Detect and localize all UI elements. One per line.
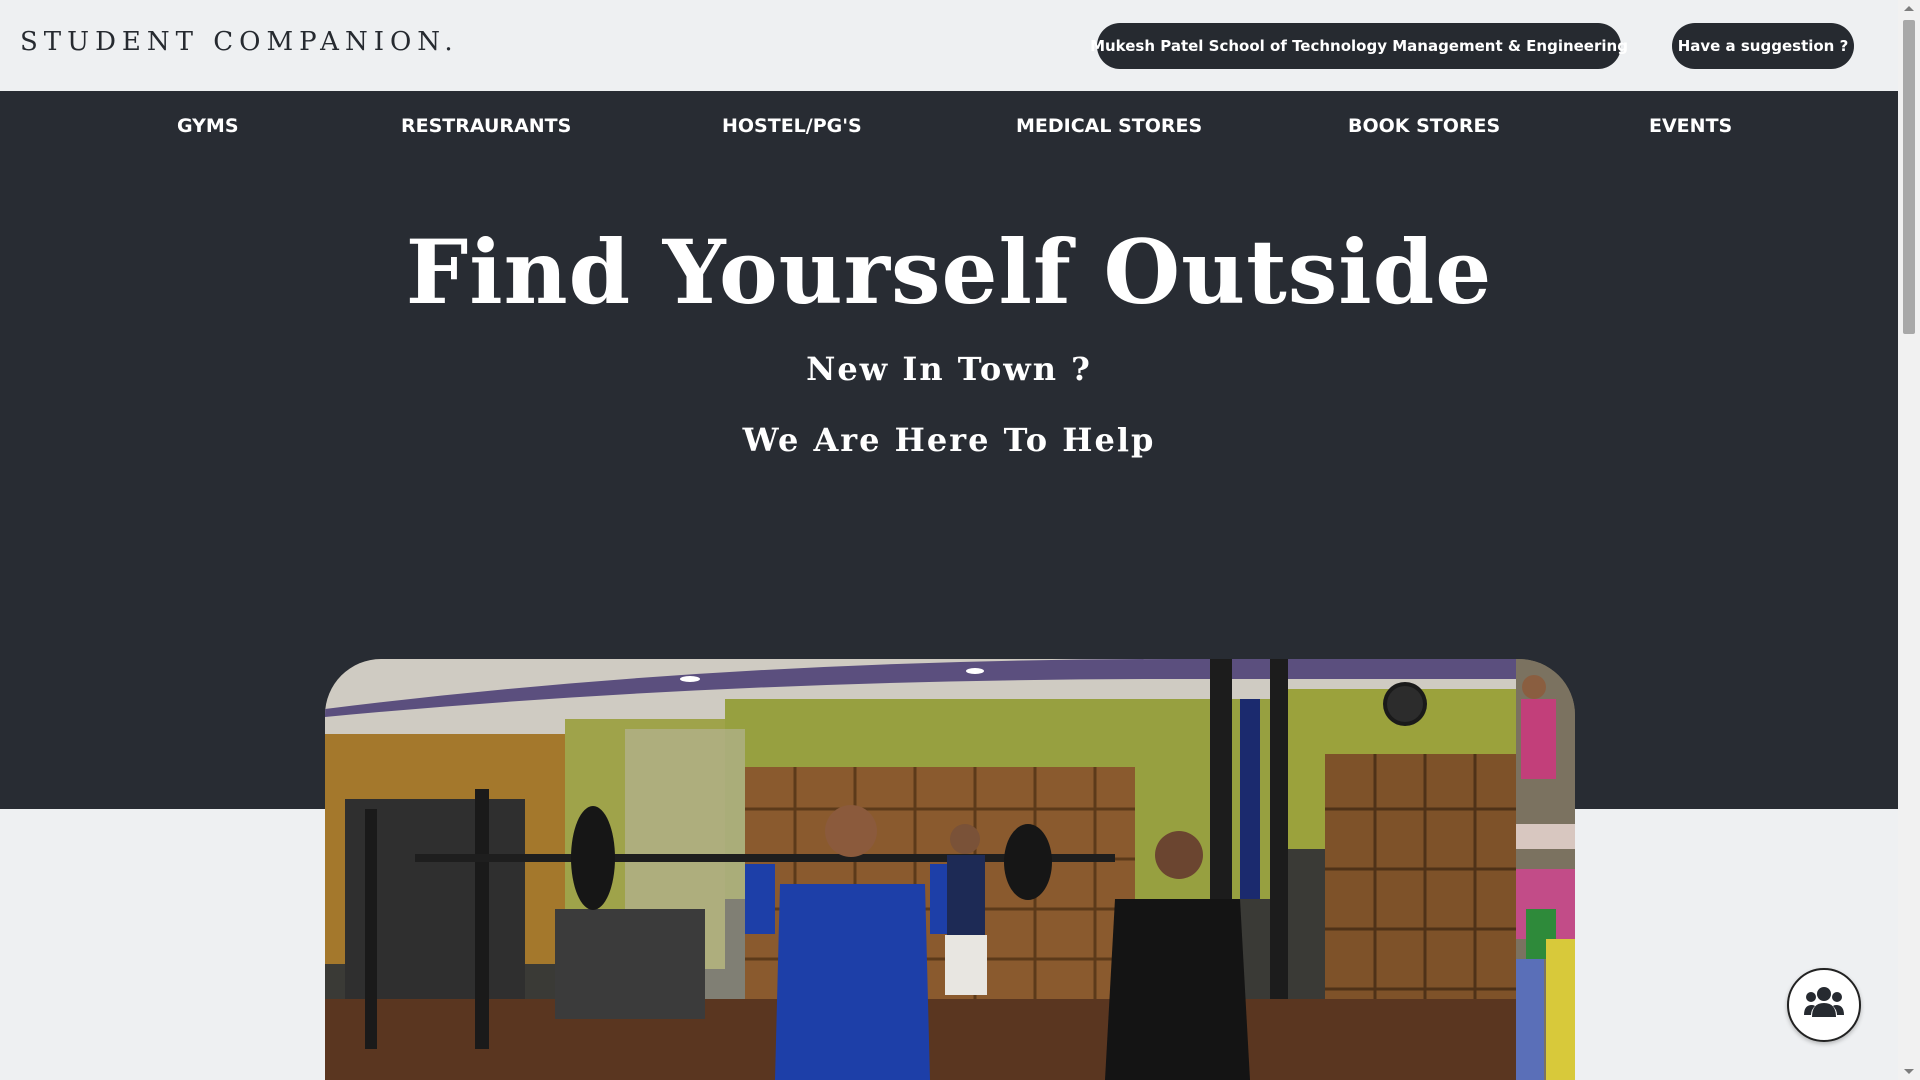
carousel-slide-gym-photo xyxy=(325,659,1516,1080)
scrollbar-thumb[interactable] xyxy=(1903,20,1915,334)
school-button[interactable]: Mukesh Patel School of Technology Manage… xyxy=(1090,23,1628,69)
nav-item-hostel-pg[interactable]: HOSTEL/PG'S xyxy=(722,115,862,137)
nav-item-book-stores[interactable]: BOOK STORES xyxy=(1348,115,1500,137)
vertical-scrollbar[interactable] xyxy=(1898,0,1920,1080)
nav-item-medical-stores[interactable]: MEDICAL STORES xyxy=(1016,115,1202,137)
users-icon xyxy=(1804,985,1844,1026)
nav-item-events[interactable]: EVENTS xyxy=(1649,115,1732,137)
hero-title: Find Yourself Outside xyxy=(405,220,1493,324)
brand-logo[interactable]: STUDENT COMPANION. xyxy=(20,27,459,57)
community-chat-button[interactable] xyxy=(1787,968,1861,1042)
scroll-down-icon[interactable] xyxy=(1904,1069,1914,1074)
hero-subtitle-here-to-help: We Are Here To Help xyxy=(742,421,1156,459)
scroll-up-icon[interactable] xyxy=(1904,6,1914,11)
top-header: STUDENT COMPANION. Mukesh Patel School o… xyxy=(0,0,1898,91)
nav-item-gyms[interactable]: GYMS xyxy=(177,115,239,137)
nav-item-restaurants[interactable]: RESTRAURANTS xyxy=(401,115,571,137)
hero-subtitle-new-in-town: New In Town ? xyxy=(806,350,1092,388)
suggestion-button[interactable]: Have a suggestion ? xyxy=(1672,23,1854,69)
carousel-slide-yoga-photo xyxy=(1516,659,1575,1080)
image-carousel[interactable] xyxy=(325,659,1575,1080)
